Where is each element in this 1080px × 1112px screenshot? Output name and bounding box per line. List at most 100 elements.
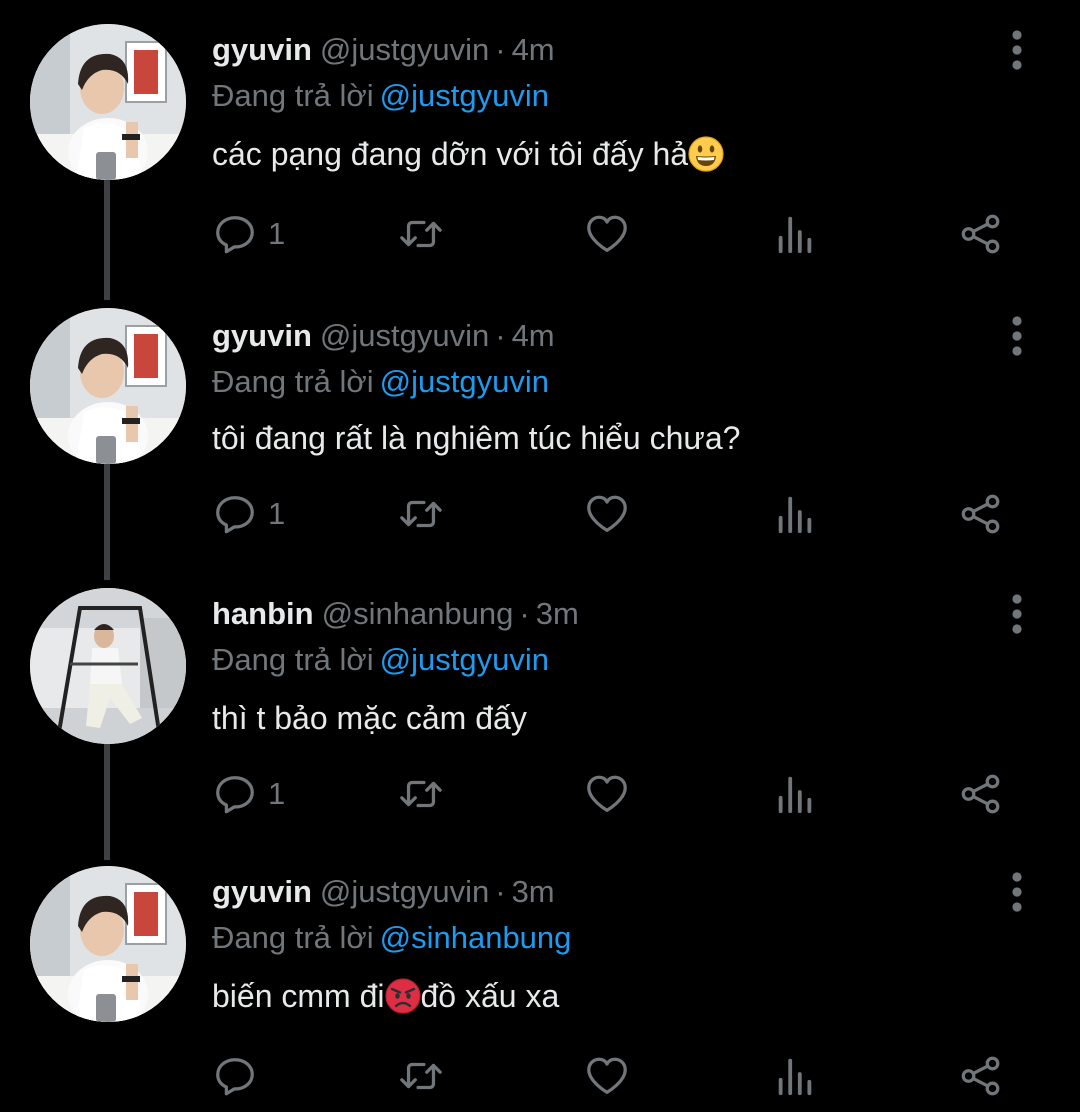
more-options-icon bbox=[1000, 870, 1034, 914]
reply-count: 1 bbox=[268, 776, 286, 811]
mention-link[interactable]: @sinhanbung bbox=[380, 920, 572, 955]
share-button[interactable] bbox=[958, 204, 1004, 264]
reply-button[interactable] bbox=[212, 1046, 268, 1106]
tweet-text: biến cmm đi đồ xấu xa bbox=[212, 972, 559, 1020]
share-icon bbox=[958, 1053, 1004, 1099]
views-icon bbox=[772, 491, 818, 537]
mention-link[interactable]: @justgyuvin bbox=[380, 642, 549, 677]
tweet-header: gyuvin @justgyuvin · 4m bbox=[212, 28, 555, 72]
share-icon bbox=[958, 491, 1004, 537]
share-button[interactable] bbox=[958, 484, 1004, 544]
views-icon bbox=[772, 211, 818, 257]
more-options-button[interactable] bbox=[1000, 870, 1034, 914]
mention-link[interactable]: @justgyuvin bbox=[380, 78, 549, 113]
retweet-icon bbox=[398, 1053, 444, 1099]
angry-face-emoji bbox=[385, 978, 421, 1014]
tweet-text-tail: đồ xấu xa bbox=[420, 978, 560, 1014]
reply-icon bbox=[212, 771, 258, 817]
heart-icon bbox=[584, 491, 630, 537]
tweet-text: tôi đang rất là nghiêm túc hiểu chưa? bbox=[212, 414, 740, 462]
like-button[interactable] bbox=[584, 1046, 630, 1106]
user-handle[interactable]: @justgyuvin bbox=[320, 318, 489, 353]
reply-button[interactable]: 1 bbox=[212, 764, 285, 824]
tweet-header: gyuvin @justgyuvin · 4m bbox=[212, 314, 555, 358]
share-icon bbox=[958, 211, 1004, 257]
share-icon bbox=[958, 771, 1004, 817]
display-name[interactable]: hanbin bbox=[212, 596, 314, 631]
reply-thread: gyuvin @justgyuvin · 4m Đang trả lời @justgy… bbox=[0, 0, 1080, 1112]
more-options-icon bbox=[1000, 592, 1034, 636]
user-handle[interactable]: @justgyuvin bbox=[320, 874, 489, 909]
tweet-text-body: các pạng đang dỡn với tôi đấy hả bbox=[212, 136, 689, 172]
retweet-icon bbox=[398, 211, 444, 257]
like-button[interactable] bbox=[584, 764, 630, 824]
tweet-text-body: biến cmm đi bbox=[212, 978, 385, 1014]
timestamp[interactable]: 4m bbox=[512, 32, 555, 67]
mention-link[interactable]: @justgyuvin bbox=[380, 364, 549, 399]
retweet-button[interactable] bbox=[398, 1046, 444, 1106]
share-button[interactable] bbox=[958, 1046, 1004, 1106]
retweet-button[interactable] bbox=[398, 764, 444, 824]
timestamp[interactable]: 4m bbox=[512, 318, 555, 353]
avatar[interactable] bbox=[30, 24, 186, 180]
more-options-icon bbox=[1000, 314, 1034, 358]
tweet-header: hanbin @sinhanbung · 3m bbox=[212, 592, 579, 636]
action-bar: 1 bbox=[0, 764, 1080, 824]
replying-to: Đang trả lời @justgyuvin bbox=[212, 360, 549, 404]
heart-icon bbox=[584, 1053, 630, 1099]
user-handle[interactable]: @sinhanbung bbox=[322, 596, 514, 631]
avatar[interactable] bbox=[30, 308, 186, 464]
separator: · bbox=[495, 32, 506, 67]
tweet-text-body: tôi đang rất là nghiêm túc hiểu chưa? bbox=[212, 420, 741, 456]
more-options-button[interactable] bbox=[1000, 314, 1034, 358]
tweet[interactable]: gyuvin @justgyuvin · 4m Đang trả lời @justgy… bbox=[0, 300, 1080, 580]
hanbin-avatar bbox=[30, 588, 186, 744]
views-button[interactable] bbox=[772, 764, 818, 824]
display-name[interactable]: gyuvin bbox=[212, 874, 312, 909]
separator: · bbox=[495, 874, 506, 909]
more-options-icon bbox=[1000, 28, 1034, 72]
retweet-button[interactable] bbox=[398, 484, 444, 544]
gyuvin-avatar bbox=[30, 308, 186, 464]
like-button[interactable] bbox=[584, 204, 630, 264]
tweet-text: thì t bảo mặc cảm đấy bbox=[212, 694, 527, 742]
more-options-button[interactable] bbox=[1000, 28, 1034, 72]
replying-to: Đang trả lời @sinhanbung bbox=[212, 916, 571, 960]
views-button[interactable] bbox=[772, 1046, 818, 1106]
tweet-text-body: thì t bảo mặc cảm đấy bbox=[212, 700, 527, 736]
heart-icon bbox=[584, 771, 630, 817]
timestamp[interactable]: 3m bbox=[536, 596, 579, 631]
share-button[interactable] bbox=[958, 764, 1004, 824]
gyuvin-avatar bbox=[30, 866, 186, 1022]
gyuvin-avatar bbox=[30, 24, 186, 180]
separator: · bbox=[519, 596, 530, 631]
avatar[interactable] bbox=[30, 866, 186, 1022]
more-options-button[interactable] bbox=[1000, 592, 1034, 636]
views-icon bbox=[772, 771, 818, 817]
views-button[interactable] bbox=[772, 484, 818, 544]
replying-to-label: Đang trả lời bbox=[212, 920, 374, 955]
reply-icon bbox=[212, 211, 258, 257]
reply-button[interactable]: 1 bbox=[212, 204, 285, 264]
heart-icon bbox=[584, 211, 630, 257]
like-button[interactable] bbox=[584, 484, 630, 544]
replying-to: Đang trả lời @justgyuvin bbox=[212, 74, 549, 118]
display-name[interactable]: gyuvin bbox=[212, 318, 312, 353]
tweet[interactable]: hanbin @sinhanbung · 3m Đang trả lời @justgy… bbox=[0, 580, 1080, 860]
reply-count: 1 bbox=[268, 496, 286, 531]
replying-to-label: Đang trả lời bbox=[212, 78, 374, 113]
reply-button[interactable]: 1 bbox=[212, 484, 285, 544]
retweet-icon bbox=[398, 771, 444, 817]
reply-icon bbox=[212, 491, 258, 537]
tweet[interactable]: gyuvin @justgyuvin · 4m Đang trả lời @justgy… bbox=[0, 0, 1080, 300]
retweet-button[interactable] bbox=[398, 204, 444, 264]
tweet[interactable]: gyuvin @justgyuvin · 3m Đang trả lời @sinhan… bbox=[0, 860, 1080, 1112]
retweet-icon bbox=[398, 491, 444, 537]
avatar[interactable] bbox=[30, 588, 186, 744]
action-bar bbox=[0, 1046, 1080, 1106]
replying-to-label: Đang trả lời bbox=[212, 364, 374, 399]
user-handle[interactable]: @justgyuvin bbox=[320, 32, 489, 67]
views-button[interactable] bbox=[772, 204, 818, 264]
display-name[interactable]: gyuvin bbox=[212, 32, 312, 67]
timestamp[interactable]: 3m bbox=[512, 874, 555, 909]
